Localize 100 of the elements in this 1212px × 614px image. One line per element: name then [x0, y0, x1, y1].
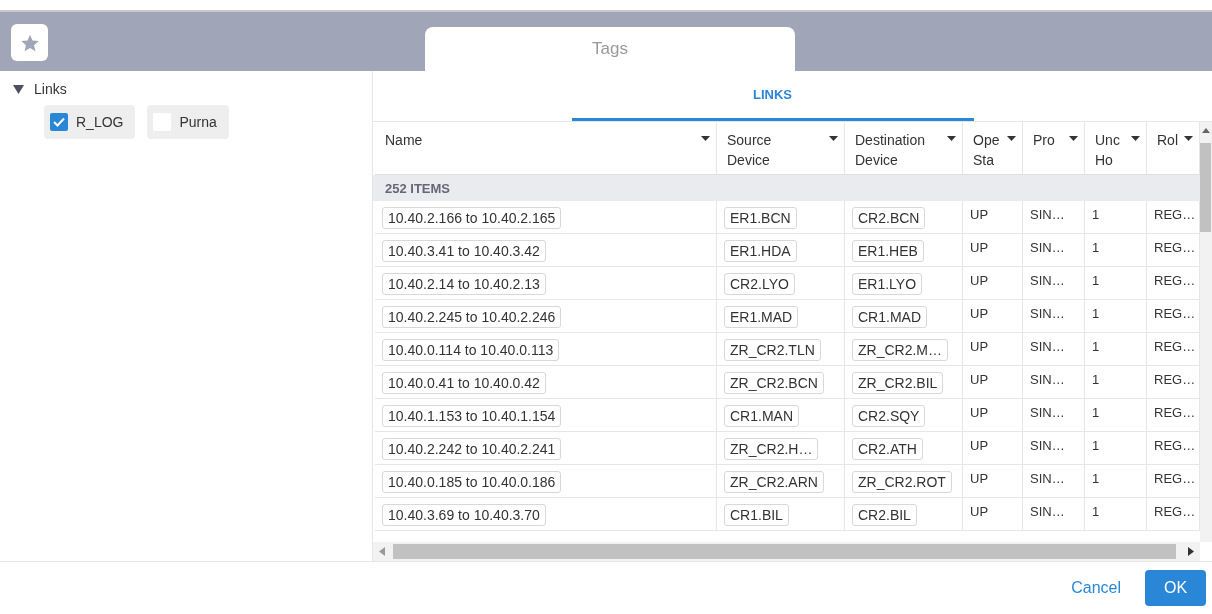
checkbox-option[interactable]: Purna [147, 105, 229, 139]
destination-device-tag: CR1.MAD [852, 306, 927, 328]
column-header[interactable]: Destination Device [845, 122, 963, 174]
cancel-button[interactable]: Cancel [1065, 578, 1127, 598]
expanded-triangle-icon[interactable] [13, 83, 24, 95]
table-cell: REG… [1154, 504, 1196, 519]
table-cell: UP [970, 438, 989, 453]
table-cell: UP [970, 471, 989, 486]
up-arrow-icon[interactable] [1202, 128, 1210, 134]
right-arrow-icon[interactable] [1188, 547, 1194, 556]
caret-icon[interactable] [1007, 136, 1016, 142]
source-device-tag: ZR_CR2.TLN [724, 339, 821, 361]
caret-icon[interactable] [1069, 136, 1078, 142]
link-name-tag: 10.40.3.69 to 10.40.3.70 [382, 504, 546, 526]
table-cell: REG… [1154, 306, 1196, 321]
table-cell: REG… [1154, 471, 1196, 486]
table-cell: 1 [1092, 372, 1100, 387]
table-cell: UP [970, 405, 989, 420]
tree-label: Links [34, 81, 67, 97]
table-cell: 1 [1092, 504, 1100, 519]
table-cell: UP [970, 504, 989, 519]
destination-device-tag: CR2.SQY [852, 405, 926, 427]
scroll-thumb[interactable] [393, 544, 1176, 559]
table-cell: SIN… [1030, 372, 1065, 387]
group-header: 252 ITEMS [373, 175, 1200, 201]
destination-device-tag: ZR_CR2.ROT [852, 471, 952, 493]
table-cell: 1 [1092, 207, 1100, 222]
caret-icon[interactable] [947, 136, 956, 142]
link-name-tag: 10.40.1.153 to 10.40.1.154 [382, 405, 562, 427]
table-cell: UP [970, 306, 989, 321]
caret-icon[interactable] [1184, 136, 1193, 142]
links-tab[interactable]: LINKS [571, 71, 974, 121]
table-cell: 1 [1092, 405, 1100, 420]
column-header[interactable]: Name [375, 122, 717, 174]
link-name-tag: 10.40.0.185 to 10.40.0.186 [382, 471, 562, 493]
table-cell: 1 [1092, 306, 1100, 321]
table-cell: REG… [1154, 438, 1196, 453]
source-device-tag: CR1.MAN [724, 405, 799, 427]
horizontal-scrollbar[interactable] [373, 542, 1200, 561]
destination-device-tag: ER1.HEB [852, 240, 924, 262]
checked-checkbox[interactable] [50, 113, 68, 131]
caret-icon[interactable] [1131, 136, 1140, 142]
vertical-scrollbar[interactable] [1200, 122, 1212, 542]
table-cell: SIN… [1030, 405, 1065, 420]
source-device-tag: ZR_CR2.H… [724, 438, 819, 460]
column-header[interactable]: Source Device [717, 122, 845, 174]
source-device-tag: ER1.MAD [724, 306, 799, 328]
source-device-tag: ZR_CR2.ARN [724, 471, 824, 493]
link-name-tag: 10.40.0.114 to 10.40.0.113 [382, 339, 560, 361]
left-arrow-icon[interactable] [379, 547, 385, 556]
column-header[interactable]: Ope Sta [963, 122, 1023, 174]
table-cell: 1 [1092, 471, 1100, 486]
table-cell: SIN… [1030, 504, 1065, 519]
link-name-tag: 10.40.2.242 to 10.40.2.241 [382, 438, 562, 460]
table-cell: 1 [1092, 438, 1100, 453]
source-device-tag: ZR_CR2.BCN [724, 372, 824, 394]
caret-icon[interactable] [701, 136, 710, 142]
table-cell: REG… [1154, 372, 1196, 387]
table-cell: 1 [1092, 273, 1100, 288]
table-cell: UP [970, 207, 989, 222]
table-cell: REG… [1154, 405, 1196, 420]
source-device-tag: CR1.BIL [724, 504, 789, 526]
table-cell: SIN… [1030, 339, 1065, 354]
table-cell: 1 [1092, 240, 1100, 255]
link-name-tag: 10.40.2.245 to 10.40.2.246 [382, 306, 562, 328]
checkbox-option[interactable]: R_LOG [44, 105, 136, 139]
destination-device-tag: CR2.ATH [852, 438, 923, 460]
table-cell: UP [970, 240, 989, 255]
source-device-tag: CR2.LYO [724, 273, 795, 295]
caret-icon[interactable] [829, 136, 838, 142]
table-cell: UP [970, 273, 989, 288]
column-header[interactable]: Pro [1023, 122, 1085, 174]
destination-device-tag: CR2.BIL [852, 504, 917, 526]
table-cell: SIN… [1030, 438, 1065, 453]
table-cell: SIN… [1030, 240, 1065, 255]
link-name-tag: 10.40.0.41 to 10.40.0.42 [382, 372, 546, 394]
link-name-tag: 10.40.3.41 to 10.40.3.42 [382, 240, 546, 262]
column-header[interactable]: Unc Ho [1085, 122, 1147, 174]
destination-device-tag: ZR_CR2.M… [852, 339, 948, 361]
star-button[interactable] [11, 24, 48, 61]
destination-device-tag: CR2.BCN [852, 207, 926, 229]
table-cell: UP [970, 372, 989, 387]
source-device-tag: ER1.HDA [724, 240, 797, 262]
source-device-tag: ER1.BCN [724, 207, 797, 229]
destination-device-tag: ZR_CR2.BIL [852, 372, 944, 394]
table-cell: SIN… [1030, 207, 1065, 222]
ok-button[interactable]: OK [1145, 570, 1206, 606]
table-cell: REG… [1154, 273, 1196, 288]
table-cell: REG… [1154, 240, 1196, 255]
table-cell: SIN… [1030, 306, 1065, 321]
table-cell: 1 [1092, 339, 1100, 354]
table-cell: REG… [1154, 339, 1196, 354]
table-cell: REG… [1154, 207, 1196, 222]
table-cell: SIN… [1030, 273, 1065, 288]
link-name-tag: 10.40.2.166 to 10.40.2.165 [382, 207, 562, 229]
scroll-thumb[interactable] [1200, 143, 1211, 232]
link-name-tag: 10.40.2.14 to 10.40.2.13 [382, 273, 546, 295]
table-cell: SIN… [1030, 471, 1065, 486]
destination-device-tag: ER1.LYO [852, 273, 923, 295]
table-cell: UP [970, 339, 989, 354]
